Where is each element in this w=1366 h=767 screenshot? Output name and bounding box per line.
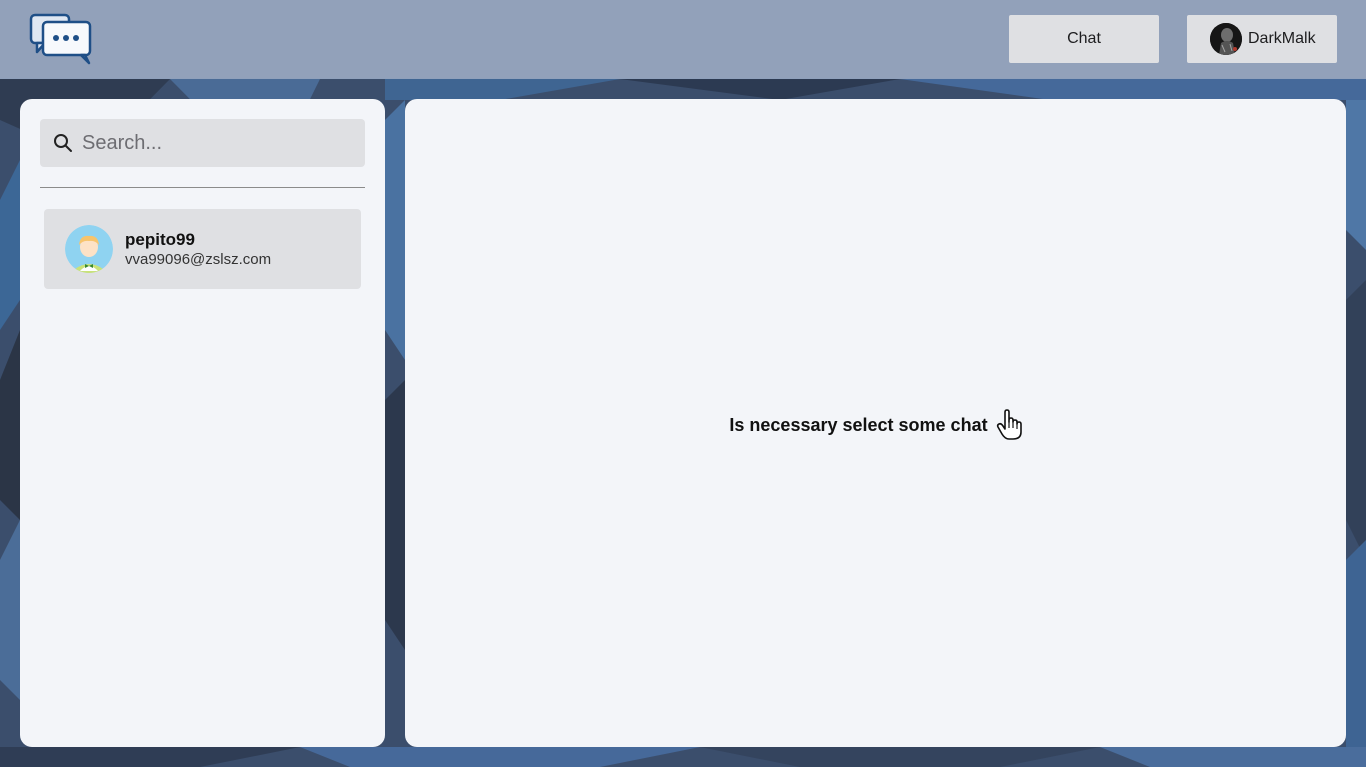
chat-bubbles-logo-icon[interactable] (29, 12, 93, 66)
user-profile-button[interactable]: DarkMalk (1187, 15, 1337, 63)
search-box (40, 119, 365, 167)
contact-name: pepito99 (125, 230, 195, 249)
contact-email: vva99096@zslsz.com (125, 251, 272, 268)
pointing-hand-icon (996, 409, 1022, 440)
search-input[interactable] (82, 119, 357, 167)
user-avatar (1210, 23, 1242, 55)
top-header: Chat DarkMalk (0, 0, 1366, 79)
chat-nav-label: Chat (1067, 30, 1101, 47)
contacts-sidebar: pepito99 vva99096@zslsz.com (20, 99, 385, 747)
search-icon (54, 134, 72, 152)
empty-state: Is necessary select some chat (405, 409, 1346, 441)
chat-nav-button[interactable]: Chat (1009, 15, 1159, 63)
user-name-label: DarkMalk (1248, 30, 1316, 47)
empty-state-message: Is necessary select some chat (729, 414, 988, 435)
sidebar-divider (40, 187, 365, 188)
chat-panel: Is necessary select some chat (405, 99, 1346, 747)
avatar-icon (65, 225, 113, 273)
contact-item-pepito99[interactable]: pepito99 vva99096@zslsz.com (44, 209, 361, 289)
